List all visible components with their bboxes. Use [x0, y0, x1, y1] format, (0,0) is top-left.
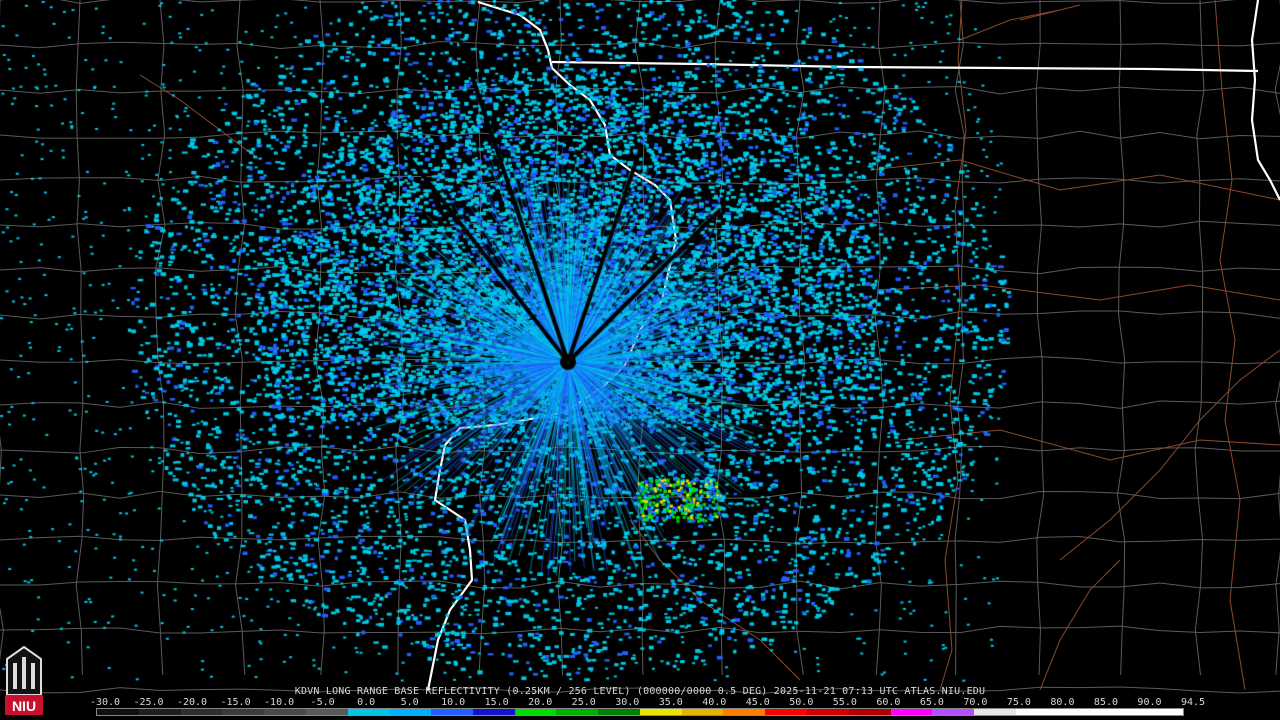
colorbar-segment: [932, 709, 975, 715]
colorbar-tick-label: 60.0: [876, 697, 901, 708]
colorbar-segment: [974, 709, 1016, 715]
product-caption: KDVN LONG RANGE BASE REFLECTIVITY (0.25K…: [294, 686, 986, 697]
colorbar-tick-label: 55.0: [832, 697, 857, 708]
colorbar-tick-label: 45.0: [745, 697, 770, 708]
colorbar-tick-label: 90.0: [1137, 697, 1162, 708]
colorbar-tick-label: 30.0: [615, 697, 640, 708]
colorbar-segment: [1099, 709, 1142, 715]
colorbar-tick-label: -15.0: [220, 697, 251, 708]
colorbar-segment: [890, 709, 933, 715]
colorbar-segment: [598, 709, 640, 715]
colorbar-tick-label: 15.0: [484, 697, 509, 708]
logo-text: NIU: [12, 698, 36, 714]
colorbar-segment: [222, 709, 265, 715]
colorbar-segment: [472, 709, 515, 715]
colorbar-tick-label: 25.0: [571, 697, 596, 708]
colorbar-tick-label: -5.0: [310, 697, 335, 708]
colorbar-tick-label: 20.0: [528, 697, 553, 708]
colorbar-segment: [431, 709, 473, 715]
colorbar-tick-label: 35.0: [658, 697, 683, 708]
colorbar-tick-label: -10.0: [264, 697, 295, 708]
colorbar-segment: [1141, 709, 1183, 715]
niu-logo: NIU: [5, 645, 43, 715]
colorbar-segment: [1057, 709, 1100, 715]
colorbar-segment: [723, 709, 766, 715]
colorbar-tick-label: 94.5: [1180, 697, 1206, 708]
colorbar-segment: [848, 709, 891, 715]
colorbar-tick-label: 10.0: [441, 697, 466, 708]
colorbar-tick-label: 80.0: [1050, 697, 1075, 708]
colorbar-tick-label: -25.0: [133, 697, 164, 708]
colorbar-segment: [556, 709, 599, 715]
colorbar-segment: [389, 709, 432, 715]
colorbar-segment: [1015, 709, 1058, 715]
colorbar-tick-label: 0.0: [357, 697, 376, 708]
reflectivity-echoes: [0, 0, 1280, 690]
colorbar-segment: [514, 709, 557, 715]
colorbar-segment: [305, 709, 348, 715]
colorbar-tick-label: -20.0: [176, 697, 208, 708]
colorbar-tick-label: -30.0: [89, 697, 121, 708]
colorbar-tick-label: 5.0: [400, 697, 419, 708]
colorbar-tick-label: 50.0: [789, 697, 814, 708]
colorbar-segment: [765, 709, 808, 715]
colorbar-segment: [180, 709, 223, 715]
colorbar-tick-label: 70.0: [963, 697, 988, 708]
colorbar-segment: [639, 709, 682, 715]
colorbar-segment: [347, 709, 390, 715]
colorbar-segment: [97, 709, 139, 715]
reflectivity-colorbar: [96, 708, 1184, 716]
colorbar-tick-label: 85.0: [1093, 697, 1118, 708]
colorbar-segment: [807, 709, 849, 715]
colorbar-tick-label: 75.0: [1006, 697, 1031, 708]
colorbar-tick-label: 40.0: [702, 697, 727, 708]
colorbar-segment: [138, 709, 181, 715]
colorbar-segment: [681, 709, 724, 715]
colorbar-tick-label: 65.0: [919, 697, 944, 708]
colorbar-segment: [264, 709, 306, 715]
